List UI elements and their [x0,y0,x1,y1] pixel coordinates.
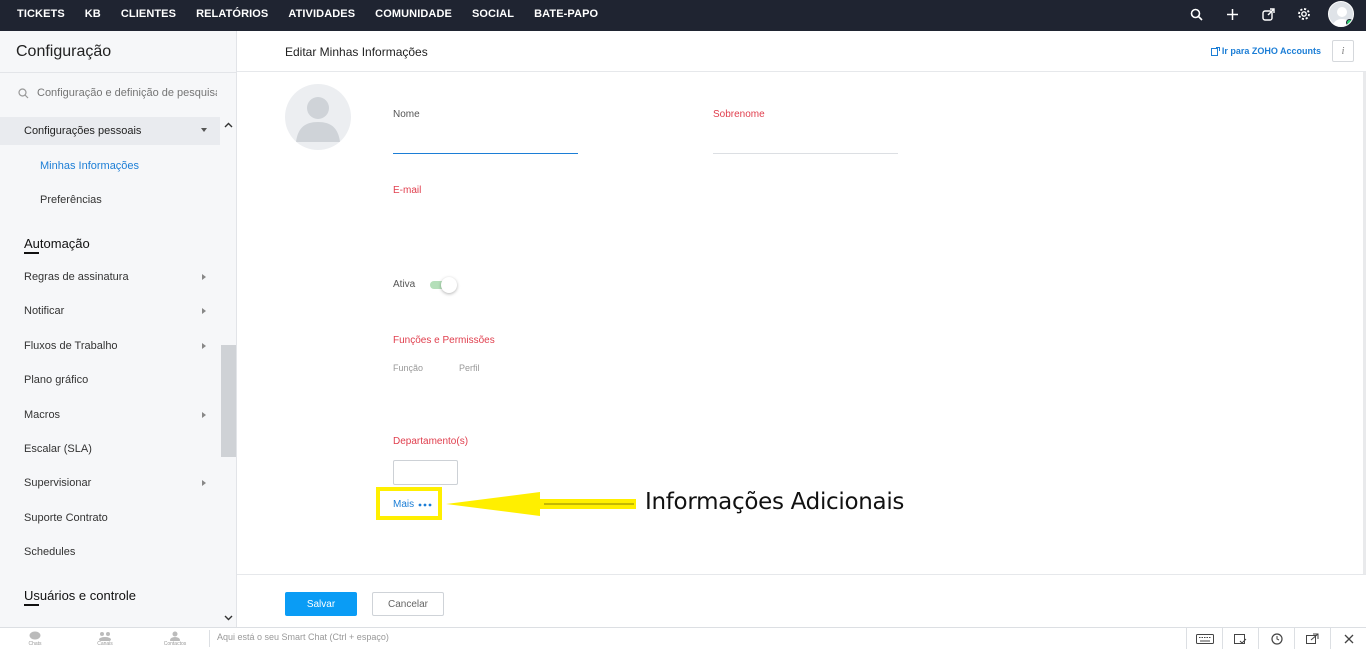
bottom-divider [209,630,210,647]
department-label: Departamento(s) [393,436,469,447]
email-label: E-mail [393,185,422,196]
top-navigation-bar: TICKETS KB CLIENTES RELATÓRIOS ATIVIDADE… [0,0,1366,31]
bottom-tab-contactos[interactable]: Contactos [140,628,210,649]
profile-column-label: Perfil [459,363,480,373]
search-icon [18,87,29,98]
sidebar-scrollbar[interactable] [221,117,236,627]
main-header: Editar Minhas Informações Ir para ZOHO A… [237,31,1366,72]
department-select[interactable] [393,460,458,485]
role-column-label: Função [393,363,424,373]
top-nav-menu: TICKETS KB CLIENTES RELATÓRIOS ATIVIDADE… [7,0,608,28]
sidebar-item-fluxos-de-trabalho[interactable]: Fluxos de Trabalho [24,340,118,352]
save-button[interactable]: Salvar [285,592,357,616]
chevron-right-icon [202,308,206,314]
search-icon[interactable] [1178,0,1214,28]
chevron-right-icon [202,274,206,280]
info-button[interactable]: i [1332,40,1354,62]
nav-social[interactable]: SOCIAL [462,8,524,20]
sidebar-item-minhas-informacoes[interactable]: Minhas Informações [40,160,139,172]
person-icon [170,631,180,641]
sidebar-heading-automacao: Automação [24,236,90,254]
external-link-icon [1210,46,1220,56]
chevron-right-icon [202,343,206,349]
tab-label: Chats [28,640,42,647]
group-icon [99,631,111,641]
more-label: Mais [393,499,415,510]
tab-label: Contactos [163,640,187,647]
zoho-link-text: Ir para ZOHO Accounts [1221,46,1321,56]
first-name-label: Nome [393,109,420,120]
sidebar-title: Configuração [16,43,112,60]
more-dots-icon [418,503,432,506]
page-title: Editar Minhas Informações [285,45,428,59]
external-link-icon[interactable] [1250,0,1286,28]
sidebar-divider [0,72,236,73]
sidebar-item-schedules[interactable]: Schedules [24,546,75,558]
chevron-right-icon [202,480,206,486]
active-label: Ativa [393,279,416,290]
sidebar-item-regras-de-assinatura[interactable]: Regras de assinatura [24,271,129,283]
roles-permissions-label: Funções e Permissões [393,335,495,346]
online-status-dot [1346,19,1353,26]
scroll-down-icon[interactable] [224,613,233,622]
nav-bate-papo[interactable]: BATE-PAPO [524,8,608,20]
sidebar-search [18,84,218,102]
keyboard-icon[interactable] [1186,628,1222,649]
active-toggle[interactable] [430,277,457,293]
last-name-input[interactable] [713,153,898,154]
annotation-arrow-icon [446,492,636,516]
bottom-icons [1186,628,1366,649]
heading-underline [24,604,39,606]
more-link[interactable]: Mais [393,499,432,510]
profile-photo[interactable] [285,84,351,150]
sidebar-item-macros[interactable]: Macros [24,409,60,421]
sidebar-item-escalar-sla[interactable]: Escalar (SLA) [24,443,92,455]
nav-relatorios[interactable]: RELATÓRIOS [186,8,278,20]
sidebar-item-supervisionar[interactable]: Supervisionar [24,477,91,489]
bottom-tab-canais[interactable]: Canais [70,628,140,649]
sidebar-item-notificar[interactable]: Notificar [24,305,64,317]
close-icon[interactable] [1330,628,1366,649]
bottom-bar: Chats Canais Contactos Aqui está o seu S… [0,627,1366,649]
plus-icon[interactable] [1214,0,1250,28]
transfer-icon[interactable] [1294,628,1330,649]
nav-kb[interactable]: KB [75,8,111,20]
nav-atividades[interactable]: ATIVIDADES [278,8,365,20]
sidebar-section-label: Configurações pessoais [24,125,142,137]
nav-clientes[interactable]: CLIENTES [111,8,186,20]
bottom-tab-chats[interactable]: Chats [0,628,70,649]
settings-sidebar: Configuração Configurações pessoais Minh… [0,31,237,627]
last-name-label: Sobrenome [713,109,765,120]
zoho-accounts-link[interactable]: Ir para ZOHO Accounts [1210,46,1321,56]
chevron-right-icon [202,412,206,418]
nav-comunidade[interactable]: COMUNIDADE [365,8,462,20]
top-icons [1178,0,1366,28]
clock-icon[interactable] [1258,628,1294,649]
scroll-up-icon[interactable] [224,121,233,130]
calendar-check-icon[interactable] [1222,628,1258,649]
user-avatar[interactable] [1328,1,1354,27]
gear-icon[interactable] [1286,0,1322,28]
sidebar-heading-usuarios: Usuários e controle [24,588,136,606]
annotation-label: Informações Adicionais [645,489,905,515]
tab-label: Canais [97,640,113,647]
scrollbar-thumb[interactable] [221,345,236,457]
chat-bubble-icon [29,631,41,639]
nav-tickets[interactable]: TICKETS [7,8,75,20]
form-footer: Salvar Cancelar [237,574,1366,627]
toggle-knob [441,277,457,293]
heading-text: Automação [24,236,90,251]
heading-text: Usuários e controle [24,588,136,603]
sidebar-item-plano-grafico[interactable]: Plano gráfico [24,374,88,386]
sidebar-item-suporte-contrato[interactable]: Suporte Contrato [24,512,108,524]
first-name-input[interactable] [393,153,578,154]
cancel-button[interactable]: Cancelar [372,592,444,616]
smart-chat-input[interactable]: Aqui está o seu Smart Chat (Ctrl + espaç… [217,632,389,642]
sidebar-item-preferencias[interactable]: Preferências [40,194,102,206]
sidebar-search-input[interactable] [37,87,217,99]
heading-underline [24,252,39,254]
chevron-down-icon [201,128,207,132]
sidebar-section-personal[interactable]: Configurações pessoais [0,117,220,145]
